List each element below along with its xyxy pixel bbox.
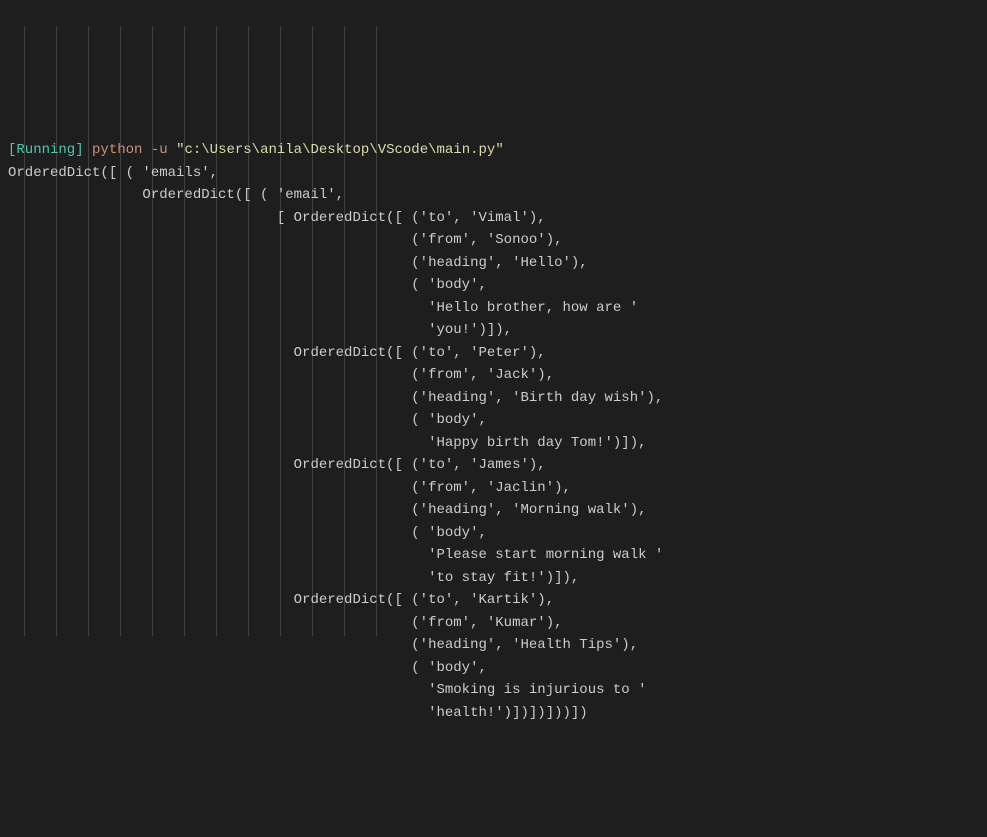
running-tag: [Running] bbox=[8, 142, 84, 158]
output-line: 'you!')]), bbox=[8, 322, 512, 338]
output-line: ('heading', 'Hello'), bbox=[8, 255, 588, 271]
output-line: 'Hello brother, how are ' bbox=[8, 300, 638, 316]
output-line: ('heading', 'Morning walk'), bbox=[8, 502, 647, 518]
output-line: 'Please start morning walk ' bbox=[8, 547, 663, 563]
terminal-output[interactable]: [Running] python -u "c:\Users\anila\Desk… bbox=[8, 139, 979, 724]
output-line: ('from', 'Jack'), bbox=[8, 367, 554, 383]
output-line: OrderedDict([ ('to', 'Kartik'), bbox=[8, 592, 554, 608]
output-line: ('heading', 'Health Tips'), bbox=[8, 637, 638, 653]
output-line: ( 'body', bbox=[8, 660, 487, 676]
output-line: ('from', 'Kumar'), bbox=[8, 615, 563, 631]
output-line: 'health!')])])]))]) bbox=[8, 705, 588, 721]
output-line: 'to stay fit!')]), bbox=[8, 570, 579, 586]
output-line: ('heading', 'Birth day wish'), bbox=[8, 390, 663, 406]
script-path: "c:\Users\anila\Desktop\VScode\main.py" bbox=[176, 142, 504, 158]
output-line: OrderedDict([ ('to', 'James'), bbox=[8, 457, 546, 473]
output-line: [ OrderedDict([ ('to', 'Vimal'), bbox=[8, 210, 546, 226]
output-line: OrderedDict([ ( 'emails', bbox=[8, 165, 218, 181]
output-line: ( 'body', bbox=[8, 277, 487, 293]
output-line: OrderedDict([ ('to', 'Peter'), bbox=[8, 345, 546, 361]
output-line: 'Smoking is injurious to ' bbox=[8, 682, 647, 698]
interpreter-command: python -u bbox=[92, 142, 168, 158]
output-line: ( 'body', bbox=[8, 412, 487, 428]
output-line: ( 'body', bbox=[8, 525, 487, 541]
output-line: ('from', 'Sonoo'), bbox=[8, 232, 563, 248]
output-line: 'Happy birth day Tom!')]), bbox=[8, 435, 647, 451]
output-line: OrderedDict([ ( 'email', bbox=[8, 187, 344, 203]
output-line: ('from', 'Jaclin'), bbox=[8, 480, 571, 496]
